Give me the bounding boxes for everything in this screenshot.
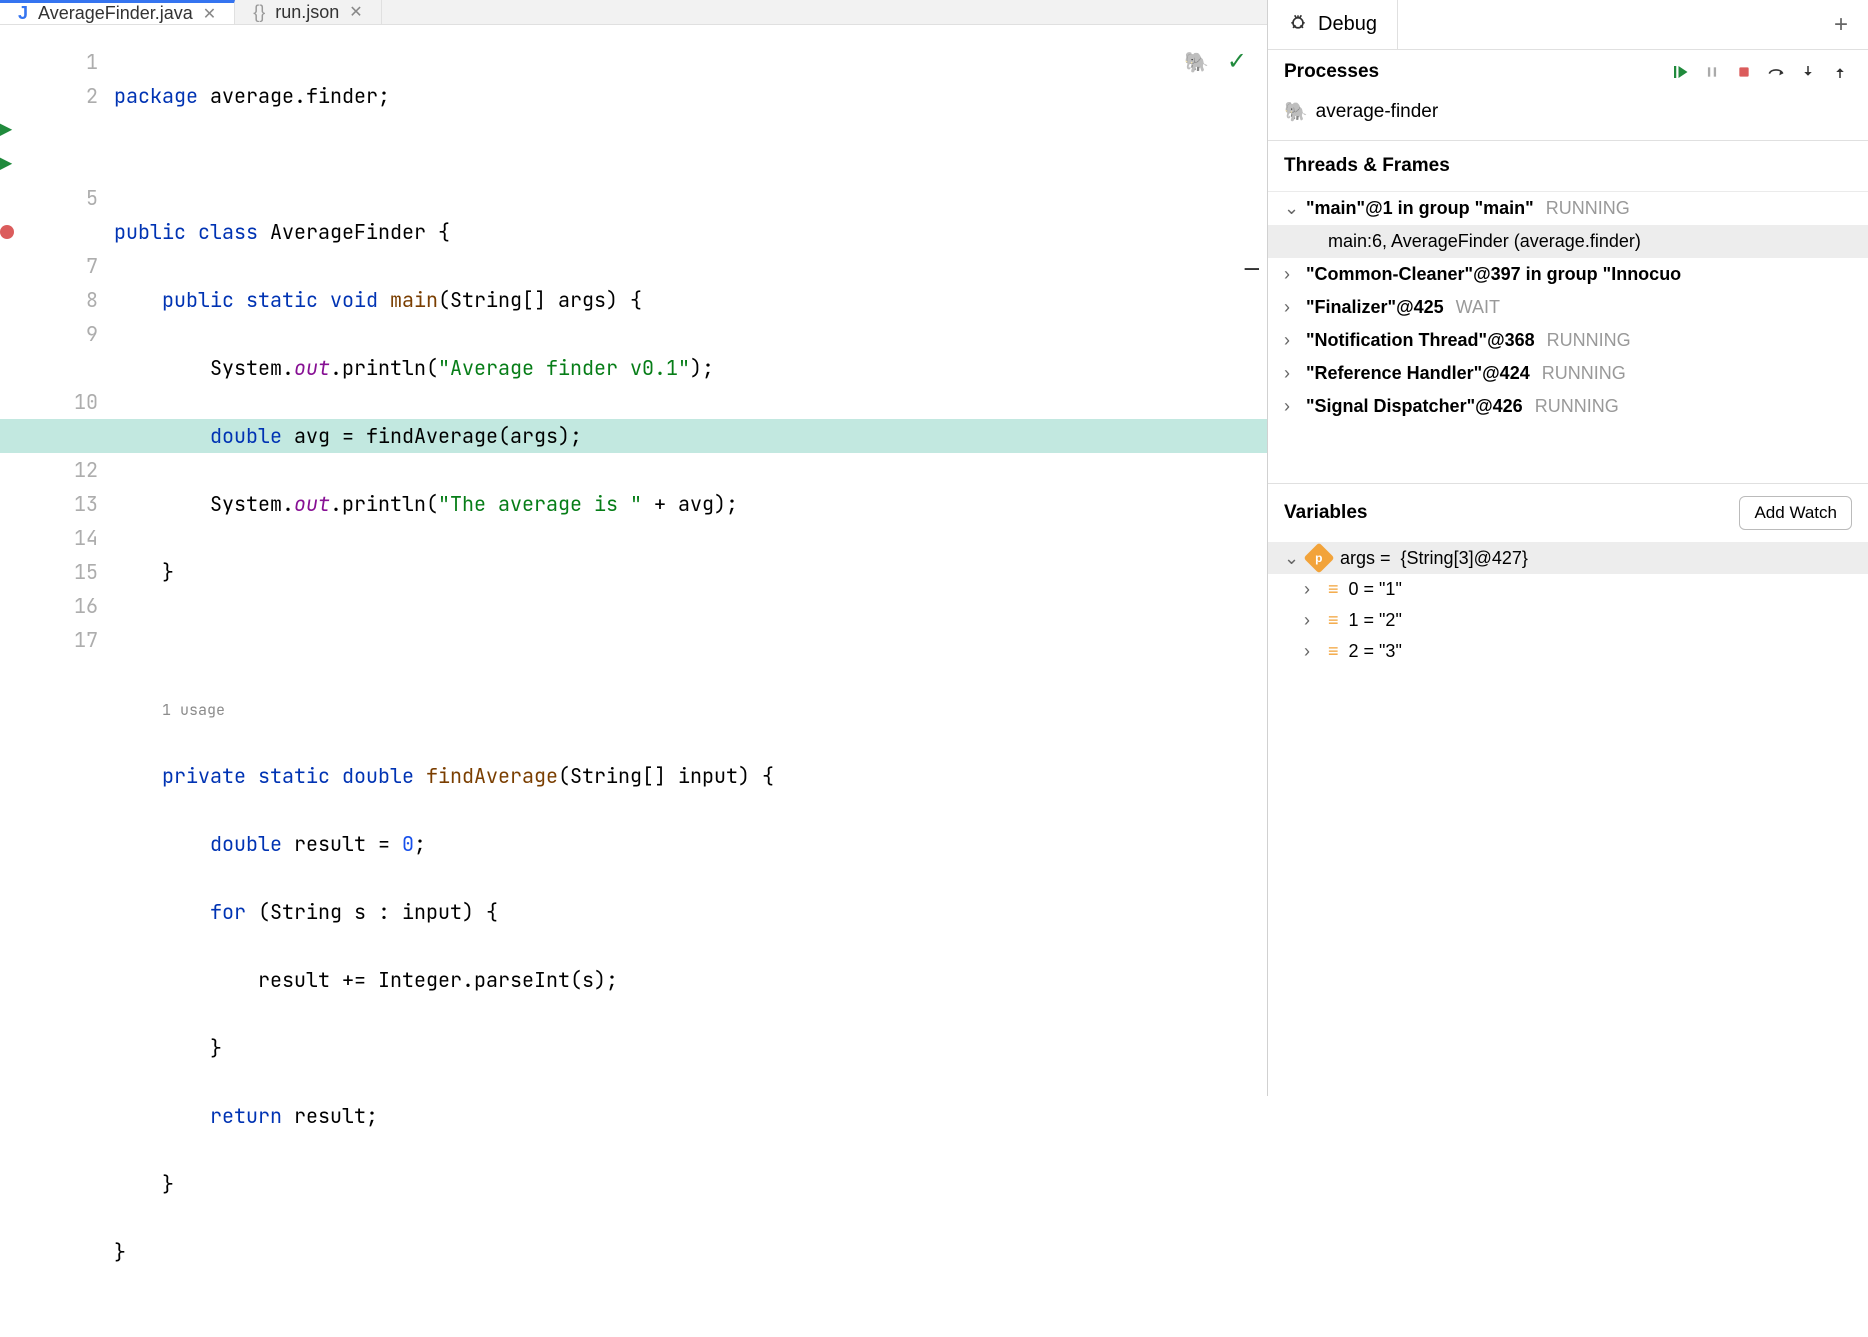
tab-runjson[interactable]: {} run.json ✕ bbox=[235, 0, 381, 24]
run-gutter: ▶ ▶ bbox=[0, 25, 28, 1337]
chevron-right-icon: › bbox=[1284, 330, 1298, 351]
close-icon[interactable]: ✕ bbox=[349, 2, 362, 22]
tab-averagefinder[interactable]: J AverageFinder.java ✕ bbox=[0, 0, 235, 24]
process-icon: 🐘 bbox=[1284, 100, 1308, 124]
add-tab-button[interactable]: + bbox=[1814, 0, 1868, 49]
process-row[interactable]: 🐘 average-finder bbox=[1268, 94, 1868, 141]
chevron-right-icon: › bbox=[1304, 641, 1318, 662]
inspection-ok-icon[interactable]: ✓ bbox=[1227, 45, 1247, 79]
line-separator-icon: — bbox=[1245, 253, 1259, 287]
add-watch-button[interactable]: Add Watch bbox=[1739, 496, 1852, 530]
variable-row[interactable]: › ≡ 1 = "2" bbox=[1268, 605, 1868, 636]
chevron-down-icon: ⌄ bbox=[1284, 198, 1298, 219]
array-element-icon: ≡ bbox=[1328, 579, 1339, 600]
thread-row[interactable]: › "Signal Dispatcher"@426RUNNING bbox=[1268, 390, 1868, 423]
chevron-right-icon: › bbox=[1284, 264, 1298, 285]
chevron-right-icon: › bbox=[1284, 297, 1298, 318]
editor-body[interactable]: ▶ ▶ 12 5 78 9 1011 1213 1415 1617 packag… bbox=[0, 25, 1267, 1337]
variable-row[interactable]: › ≡ 0 = "1" bbox=[1268, 574, 1868, 605]
thread-row[interactable]: ⌄ "main"@1 in group "main"RUNNING bbox=[1268, 192, 1868, 225]
chevron-right-icon: › bbox=[1304, 610, 1318, 631]
run-class-icon[interactable]: ▶ bbox=[0, 113, 28, 147]
pause-button[interactable] bbox=[1700, 60, 1724, 84]
tab-label: AverageFinder.java bbox=[38, 3, 193, 24]
debug-pane: Debug + Processes 🐘 average-finder Threa… bbox=[1268, 0, 1868, 1096]
array-element-icon: ≡ bbox=[1328, 641, 1339, 662]
editor-pane: J AverageFinder.java ✕ {} run.json ✕ ▶ ▶… bbox=[0, 0, 1268, 1096]
tab-debug[interactable]: Debug bbox=[1268, 0, 1398, 49]
debug-tab-label: Debug bbox=[1318, 13, 1377, 36]
resume-button[interactable] bbox=[1668, 60, 1692, 84]
bug-icon bbox=[1288, 12, 1308, 38]
tab-label: run.json bbox=[275, 2, 339, 23]
close-icon[interactable]: ✕ bbox=[203, 4, 216, 24]
process-label: average-finder bbox=[1316, 101, 1439, 123]
chevron-right-icon: › bbox=[1284, 396, 1298, 417]
frame-row[interactable]: main:6, AverageFinder (average.finder) bbox=[1268, 225, 1868, 258]
array-element-icon: ≡ bbox=[1328, 610, 1339, 631]
breakpoint-icon[interactable] bbox=[0, 215, 28, 249]
processes-bar: Processes bbox=[1268, 50, 1868, 94]
threads-title: Threads & Frames bbox=[1268, 141, 1868, 192]
thread-row[interactable]: › "Finalizer"@425WAIT bbox=[1268, 291, 1868, 324]
variable-row[interactable]: › ≡ 2 = "3" bbox=[1268, 636, 1868, 667]
chevron-right-icon: › bbox=[1284, 363, 1298, 384]
variables-title: Variables bbox=[1284, 502, 1739, 524]
processes-title: Processes bbox=[1284, 61, 1660, 83]
variables-header: Variables Add Watch bbox=[1268, 483, 1868, 542]
thread-row[interactable]: › "Reference Handler"@424RUNNING bbox=[1268, 357, 1868, 390]
debug-tabs: Debug + bbox=[1268, 0, 1868, 50]
json-file-icon: {} bbox=[253, 2, 265, 23]
java-file-icon: J bbox=[18, 3, 28, 24]
variable-row[interactable]: ⌄ p args = {String[3]@427} bbox=[1268, 542, 1868, 574]
chevron-down-icon: ⌄ bbox=[1284, 548, 1298, 569]
editor-tabs: J AverageFinder.java ✕ {} run.json ✕ bbox=[0, 0, 1267, 25]
step-into-button[interactable] bbox=[1796, 60, 1820, 84]
chevron-right-icon: › bbox=[1304, 579, 1318, 600]
line-gutter: 12 5 78 9 1011 1213 1415 1617 bbox=[28, 25, 108, 1337]
thread-row[interactable]: › "Notification Thread"@368RUNNING bbox=[1268, 324, 1868, 357]
gradle-icon[interactable]: 🐘 bbox=[1184, 45, 1209, 79]
run-main-icon[interactable]: ▶ bbox=[0, 147, 28, 181]
code-area[interactable]: package average.finder; public class Ave… bbox=[108, 25, 1267, 1337]
parameter-icon: p bbox=[1303, 542, 1334, 573]
threads-list: ⌄ "main"@1 in group "main"RUNNING main:6… bbox=[1268, 192, 1868, 423]
thread-row[interactable]: › "Common-Cleaner"@397 in group "Innocuo bbox=[1268, 258, 1868, 291]
step-over-button[interactable] bbox=[1764, 60, 1788, 84]
stop-button[interactable] bbox=[1732, 60, 1756, 84]
step-out-button[interactable] bbox=[1828, 60, 1852, 84]
